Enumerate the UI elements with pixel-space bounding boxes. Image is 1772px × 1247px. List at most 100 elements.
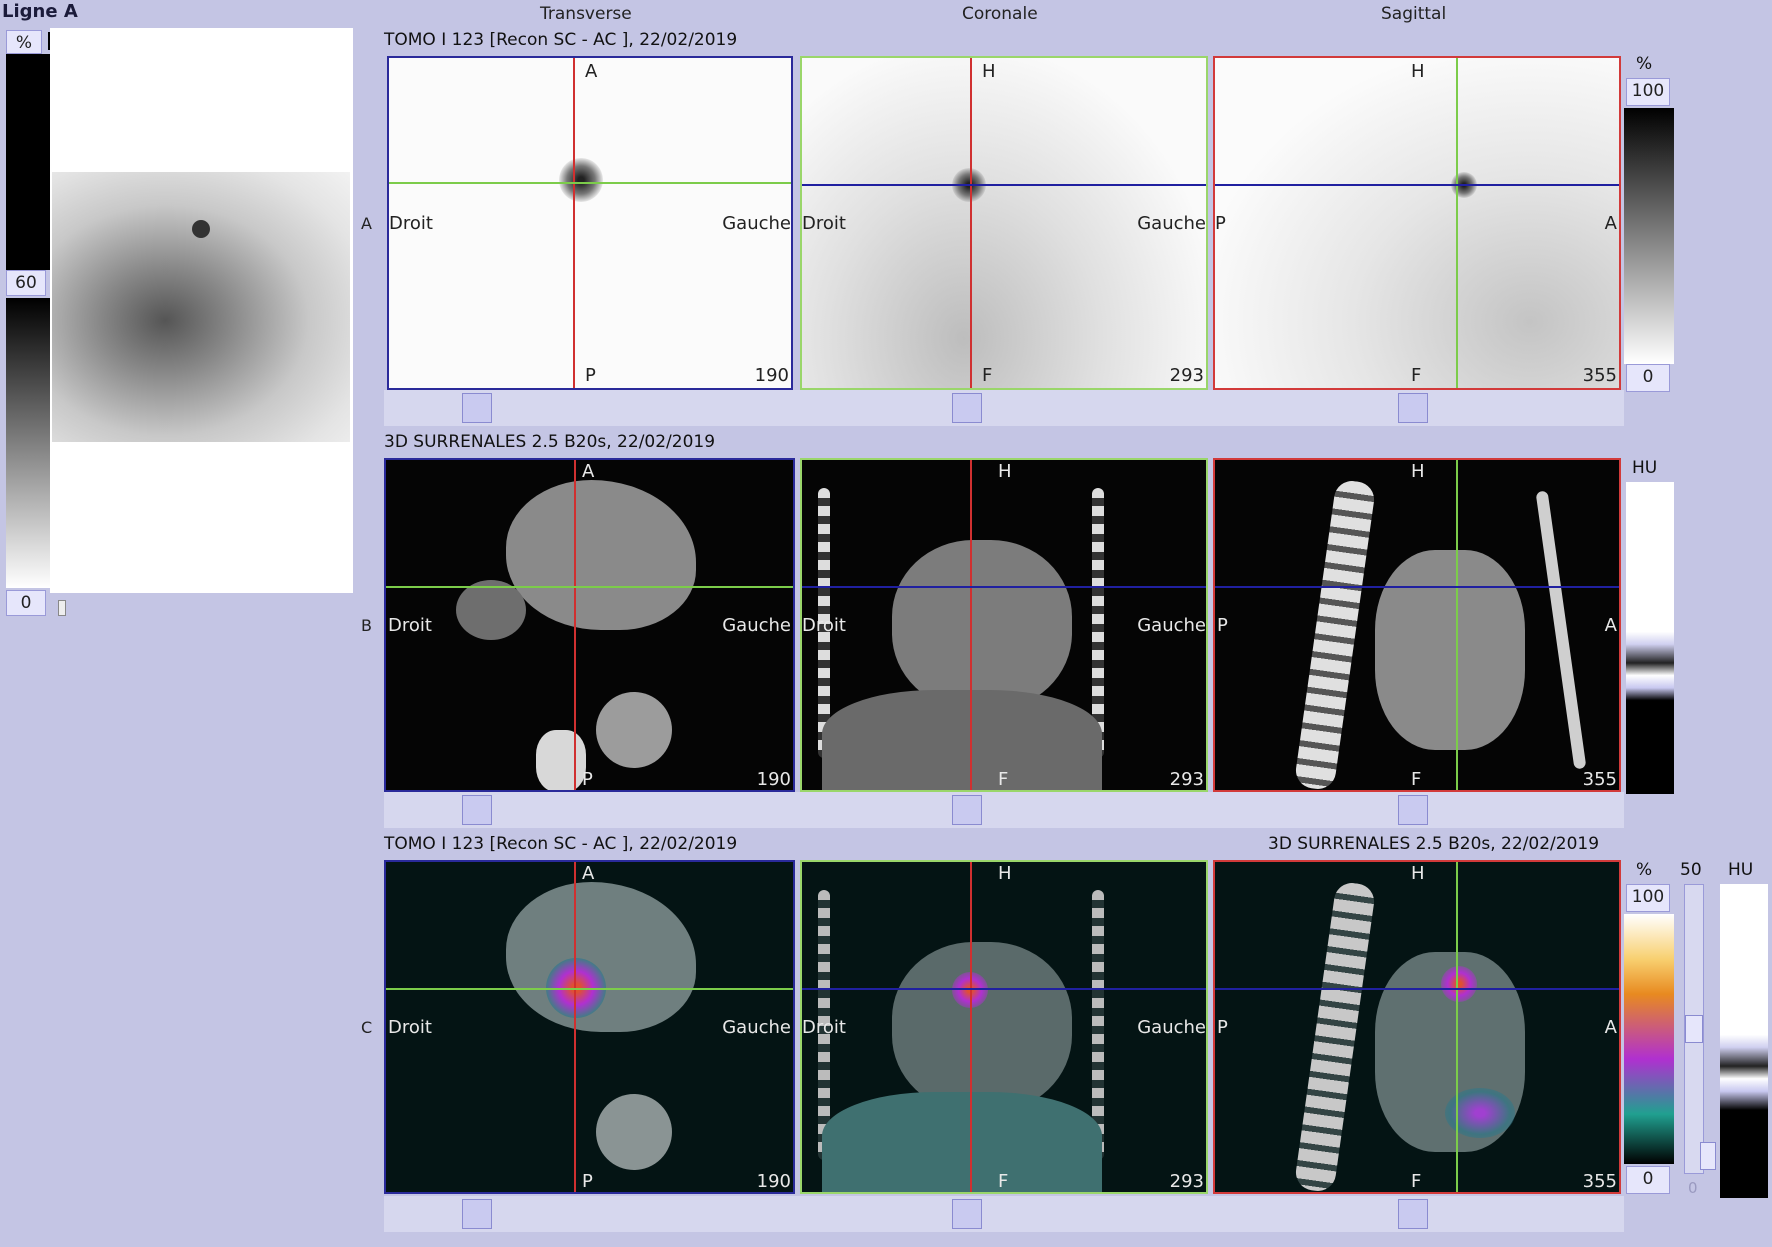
row-c-scale-min[interactable]: 0 bbox=[1626, 1166, 1670, 1194]
row-c-hu-window-bar[interactable] bbox=[1720, 884, 1768, 1198]
orientation-right: Gauche bbox=[1137, 615, 1206, 636]
transverse-slice-thumb[interactable] bbox=[462, 795, 492, 825]
row-a-transverse-view[interactable]: A P Droit Gauche 190 bbox=[387, 56, 793, 390]
left-level-top-value[interactable]: 60 bbox=[6, 270, 46, 296]
orientation-bottom: F bbox=[1411, 1171, 1422, 1192]
planar-image bbox=[50, 28, 353, 593]
row-a-coronal-view[interactable]: H F Droit Gauche 293 bbox=[800, 56, 1208, 390]
orientation-left: Droit bbox=[389, 213, 433, 234]
orientation-bottom: F bbox=[998, 1171, 1009, 1192]
orientation-top: H bbox=[998, 461, 1012, 482]
coronal-slice-thumb[interactable] bbox=[952, 1199, 982, 1229]
orientation-top: H bbox=[1411, 61, 1425, 82]
orientation-left: P bbox=[1215, 213, 1226, 234]
blend-min-handle[interactable] bbox=[1700, 1142, 1716, 1170]
orientation-top: A bbox=[585, 61, 598, 82]
row-a-percent-label: % bbox=[1636, 54, 1653, 74]
row-c-series-title-left: TOMO I 123 [Recon SC - AC ], 22/02/2019 bbox=[384, 834, 738, 854]
orientation-top: H bbox=[1411, 461, 1425, 482]
orientation-top: A bbox=[582, 863, 595, 884]
row-a-slice-scrollbar[interactable] bbox=[384, 390, 1624, 426]
orientation-top: H bbox=[982, 61, 996, 82]
planar-scan bbox=[52, 172, 350, 442]
slice-number: 190 bbox=[756, 1171, 791, 1192]
sagittal-slice-thumb[interactable] bbox=[1398, 393, 1428, 423]
col-header-transverse: Transverse bbox=[540, 4, 632, 24]
orientation-left: Droit bbox=[802, 213, 846, 234]
row-b-label: B bbox=[361, 616, 372, 635]
blend-slider-thumb[interactable] bbox=[1685, 1015, 1703, 1043]
orientation-right: Gauche bbox=[1137, 1017, 1206, 1038]
slice-number: 190 bbox=[756, 769, 791, 790]
orientation-right: A bbox=[1604, 1017, 1617, 1038]
row-a-sagittal-view[interactable]: H F P A 355 bbox=[1213, 56, 1621, 390]
orientation-bottom: F bbox=[982, 365, 993, 386]
slice-number: 293 bbox=[1169, 769, 1204, 790]
row-b-slice-scrollbar[interactable] bbox=[384, 792, 1624, 828]
orientation-left: P bbox=[1217, 615, 1228, 636]
row-a-series-title: TOMO I 123 [Recon SC - AC ], 22/02/2019 bbox=[384, 30, 738, 50]
row-c-coronal-view[interactable]: H F Droit Gauche 293 bbox=[800, 860, 1208, 1194]
row-b-series-title: 3D SURRENALES 2.5 B20s, 22/02/2019 bbox=[384, 432, 716, 452]
sagittal-slice-thumb[interactable] bbox=[1398, 1199, 1428, 1229]
slice-number: 355 bbox=[1582, 365, 1617, 386]
row-c-transverse-view[interactable]: A P Droit Gauche 190 bbox=[384, 860, 795, 1194]
left-level-bar[interactable]: % 60 0 bbox=[4, 26, 50, 616]
orientation-bottom: F bbox=[1411, 769, 1422, 790]
coronal-slice-thumb[interactable] bbox=[952, 393, 982, 423]
coronal-slice-thumb[interactable] bbox=[952, 795, 982, 825]
orientation-left: Droit bbox=[388, 615, 432, 636]
left-percent-label: % bbox=[6, 30, 42, 54]
row-b-sagittal-view[interactable]: H F P A 355 bbox=[1213, 458, 1621, 792]
slice-number: 355 bbox=[1582, 1171, 1617, 1192]
slice-number: 293 bbox=[1169, 365, 1204, 386]
row-c-color-scale-bar[interactable] bbox=[1624, 914, 1674, 1164]
slice-number: 293 bbox=[1169, 1171, 1204, 1192]
orientation-bottom: F bbox=[998, 769, 1009, 790]
slice-number: 190 bbox=[754, 365, 789, 386]
row-a-grayscale-bar[interactable] bbox=[1624, 108, 1674, 364]
row-b-hu-label: HU bbox=[1632, 458, 1658, 478]
row-c-series-title-right: 3D SURRENALES 2.5 B20s, 22/02/2019 bbox=[1268, 834, 1600, 854]
row-c-sagittal-view[interactable]: H F P A 355 bbox=[1213, 860, 1621, 1194]
row-b-coronal-view[interactable]: H F Droit Gauche 293 bbox=[800, 458, 1208, 792]
left-scroll-handle[interactable] bbox=[58, 600, 66, 616]
orientation-right: Gauche bbox=[722, 615, 791, 636]
row-b-transverse-view[interactable]: A P Droit Gauche 190 bbox=[384, 458, 795, 792]
row-a-label: A bbox=[361, 214, 372, 233]
row-c-scale-max[interactable]: 100 bbox=[1626, 884, 1670, 912]
row-c-blend-value: 50 bbox=[1680, 860, 1702, 880]
panel-title: Ligne A bbox=[2, 1, 78, 22]
orientation-right: Gauche bbox=[722, 213, 791, 234]
left-level-bottom-value[interactable]: 0 bbox=[6, 590, 46, 616]
orientation-top: H bbox=[998, 863, 1012, 884]
orientation-left: Droit bbox=[802, 615, 846, 636]
orientation-right: A bbox=[1604, 615, 1617, 636]
orientation-top: H bbox=[1411, 863, 1425, 884]
slice-number: 355 bbox=[1582, 769, 1617, 790]
orientation-left: Droit bbox=[802, 1017, 846, 1038]
orientation-right: A bbox=[1604, 213, 1617, 234]
transverse-slice-thumb[interactable] bbox=[462, 1199, 492, 1229]
orientation-bottom: P bbox=[585, 365, 596, 386]
row-a-scale-max[interactable]: 100 bbox=[1626, 78, 1670, 106]
orientation-right: Gauche bbox=[722, 1017, 791, 1038]
row-c-label: C bbox=[361, 1018, 373, 1037]
row-a-scale-min[interactable]: 0 bbox=[1626, 364, 1670, 392]
col-header-sagittal: Sagittal bbox=[1381, 4, 1447, 24]
blend-min-label: 0 bbox=[1688, 1179, 1698, 1197]
transverse-slice-thumb[interactable] bbox=[462, 393, 492, 423]
row-c-slice-scrollbar[interactable] bbox=[384, 1196, 1624, 1232]
orientation-bottom: F bbox=[1411, 365, 1422, 386]
row-b-hu-window-bar[interactable] bbox=[1626, 482, 1674, 794]
row-c-hu-label: HU bbox=[1728, 860, 1754, 880]
row-c-percent-label: % bbox=[1636, 860, 1653, 880]
sagittal-slice-thumb[interactable] bbox=[1398, 795, 1428, 825]
orientation-bottom: P bbox=[582, 1171, 593, 1192]
orientation-left: P bbox=[1217, 1017, 1228, 1038]
blend-slider-track[interactable] bbox=[1684, 884, 1704, 1174]
col-header-coronal: Coronale bbox=[962, 4, 1038, 24]
orientation-bottom: P bbox=[582, 769, 593, 790]
orientation-top: A bbox=[582, 461, 595, 482]
orientation-right: Gauche bbox=[1137, 213, 1206, 234]
